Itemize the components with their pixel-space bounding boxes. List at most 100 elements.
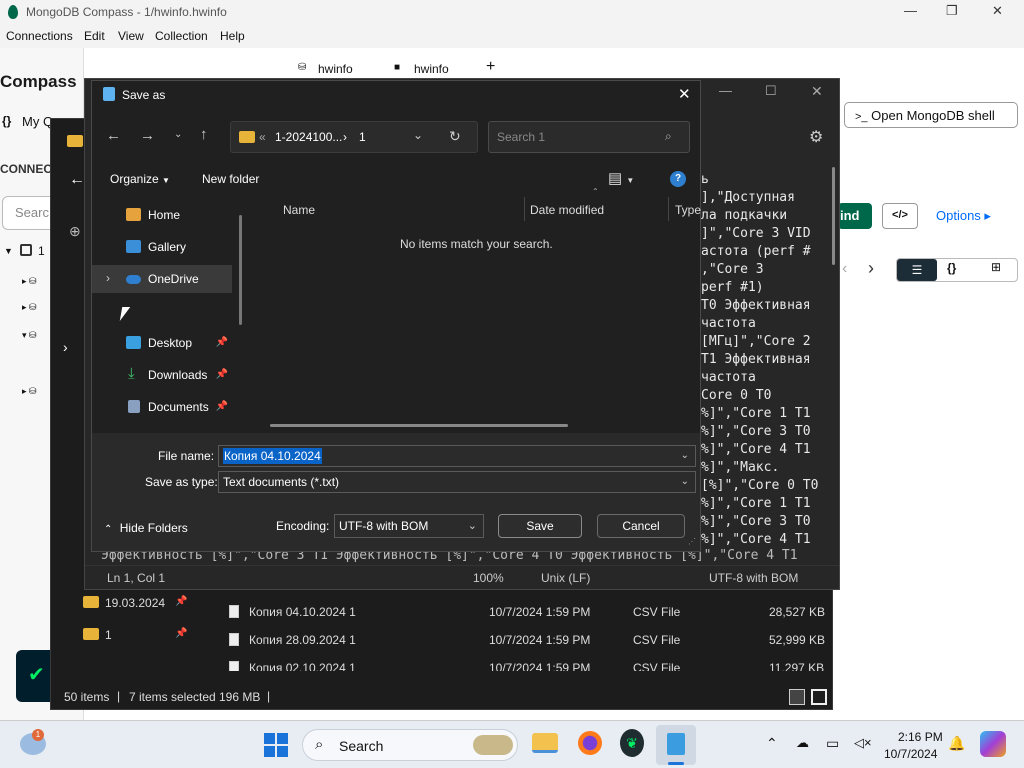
zoom-level[interactable]: 100% xyxy=(473,571,504,585)
column-type[interactable]: Type xyxy=(675,203,701,217)
menu-connections[interactable]: Connections xyxy=(6,29,73,43)
organize-menu[interactable]: Organize ▼ xyxy=(110,172,170,186)
view-options-icon[interactable]: ▤ ▼ xyxy=(608,169,634,187)
resize-grip-icon[interactable]: ⋰ xyxy=(688,537,696,546)
notepad-settings-icon[interactable]: ⚙ xyxy=(809,127,823,147)
volume-icon[interactable]: ◁× xyxy=(854,735,872,751)
taskbar-search-box[interactable]: ⌕ Search xyxy=(302,729,518,761)
notepad-maximize-icon[interactable]: ☐ xyxy=(765,83,777,99)
code-view-button[interactable]: </> xyxy=(882,203,918,229)
breadcrumb-item[interactable]: 1 xyxy=(359,130,366,144)
nav-item-gallery[interactable]: Gallery xyxy=(92,233,232,261)
notepad-minimize-icon[interactable]: — xyxy=(719,83,732,98)
nav-item-downloads[interactable]: ⤓ Downloads 📌 xyxy=(92,361,232,389)
line-endings[interactable]: Unix (LF) xyxy=(541,571,590,585)
clock-date[interactable]: 10/7/2024 xyxy=(884,747,937,761)
my-queries-label[interactable]: My Q xyxy=(22,114,53,129)
tab-hwinfo-1[interactable]: hwinfo xyxy=(318,62,353,76)
restore-icon[interactable]: ❐ xyxy=(946,3,958,19)
notepad-taskbar-icon[interactable] xyxy=(656,725,696,765)
tree-root-label[interactable]: 1 xyxy=(38,244,45,258)
recent-dropdown-icon[interactable]: ⌄ xyxy=(174,129,182,140)
nav-item-desktop[interactable]: Desktop 📌 xyxy=(92,329,232,357)
start-windows-icon[interactable] xyxy=(264,733,288,757)
table-view-icon[interactable]: ⊞ xyxy=(991,260,1001,274)
back-icon[interactable]: ← xyxy=(106,127,121,144)
nav-scrollbar[interactable] xyxy=(239,215,242,325)
address-dropdown-icon[interactable]: ⌄ xyxy=(413,128,423,142)
copilot-icon[interactable] xyxy=(980,731,1006,757)
horizontal-scrollbar[interactable] xyxy=(270,424,568,427)
details-view-icon[interactable] xyxy=(789,689,805,705)
expand-chevron-icon[interactable]: › xyxy=(63,339,68,355)
column-name[interactable]: Name xyxy=(283,203,315,217)
display-icon[interactable]: ▭ xyxy=(826,735,839,752)
file-row[interactable]: Копия 04.10.2024 1 10/7/2024 1:59 PM CSV… xyxy=(229,601,829,623)
nav-item-home[interactable]: Home xyxy=(92,201,232,229)
address-bar[interactable]: « 1-2024100... › 1 ⌄ ↻ xyxy=(230,121,478,153)
mongodb-compass-icon[interactable]: ❦ xyxy=(620,729,644,757)
firefox-icon[interactable] xyxy=(578,731,602,755)
dialog-close-icon[interactable]: ✕ xyxy=(678,85,691,103)
forward-icon[interactable]: → xyxy=(140,127,155,144)
folder-icon xyxy=(83,628,99,640)
open-shell-button[interactable]: >_ Open MongoDB shell xyxy=(844,102,1018,128)
downloads-icon: ⤓ xyxy=(128,365,135,382)
notepad-scrollbar[interactable] xyxy=(832,167,835,265)
notepad-text[interactable]: ь],"Доступная ла подкачки]","Core 3 VID ас… xyxy=(701,171,827,563)
menu-collection[interactable]: Collection xyxy=(155,29,208,43)
nav-item-documents[interactable]: Documents 📌 xyxy=(92,393,232,421)
explorer-statusbar: 50 items | 7 items selected 196 MB | xyxy=(51,685,832,709)
up-icon[interactable]: ↑ xyxy=(200,126,208,143)
menu-help[interactable]: Help xyxy=(220,29,245,43)
file-row[interactable]: Копия 28.09.2024 1 10/7/2024 1:59 PM CSV… xyxy=(229,629,829,651)
prev-page-icon[interactable]: ‹ xyxy=(842,260,847,278)
file-row[interactable]: Копия 02.10.2024 1 10/7/2024 1:59 PM CSV… xyxy=(229,657,829,671)
add-tab-icon[interactable]: + xyxy=(486,58,495,76)
notepad-close-icon[interactable]: ✕ xyxy=(811,83,823,100)
sidebar-item-1[interactable]: 1 📌 xyxy=(83,625,193,645)
chevron-up-icon: ⌃ xyxy=(104,524,113,535)
dropdown-arrow-icon[interactable]: ⌄ xyxy=(681,446,689,466)
notepad-text-line: ь xyxy=(701,172,709,187)
refresh-icon[interactable]: ↻ xyxy=(449,128,461,145)
help-icon[interactable]: ? xyxy=(670,171,686,187)
breadcrumb-item[interactable]: 1-2024100... xyxy=(275,130,342,144)
notification-bell-icon[interactable]: 🔔 xyxy=(948,735,965,752)
status-encoding[interactable]: UTF-8 with BOM xyxy=(709,571,798,585)
minimize-icon[interactable]: — xyxy=(904,3,917,18)
hide-folders-button[interactable]: ⌃ Hide Folders xyxy=(104,521,188,535)
file-date: 10/7/2024 1:59 PM xyxy=(489,605,591,619)
tray-chevron-up-icon[interactable]: ⌃ xyxy=(766,735,778,752)
list-view-icon[interactable]: ☰ xyxy=(897,259,937,281)
encoding-select[interactable]: UTF-8 with BOM ⌄ xyxy=(334,514,484,538)
file-explorer-icon[interactable] xyxy=(532,733,558,753)
json-view-icon[interactable]: {} xyxy=(947,261,956,275)
cancel-button[interactable]: Cancel xyxy=(597,514,685,538)
clock-time[interactable]: 2:16 PM xyxy=(898,730,943,744)
expand-chevron-icon[interactable]: › xyxy=(106,271,110,285)
sidebar-item-19-03-2024[interactable]: 19.03.2024 📌 xyxy=(83,593,193,613)
tiles-view-icon[interactable] xyxy=(811,689,827,705)
back-arrow-icon[interactable]: ← xyxy=(69,171,85,189)
menu-view[interactable]: View xyxy=(118,29,144,43)
menu-edit[interactable]: Edit xyxy=(84,29,105,43)
add-icon[interactable]: ⊕ xyxy=(69,223,81,240)
network-icon[interactable]: ☁ xyxy=(796,735,809,751)
column-date-modified[interactable]: Date modified xyxy=(530,203,604,217)
save-type-select[interactable]: Text documents (*.txt) ⌄ xyxy=(218,471,696,493)
pin-icon: 📌 xyxy=(215,337,228,348)
search-box[interactable]: Search 1 ⌕ xyxy=(488,121,690,153)
find-button[interactable]: ind xyxy=(838,203,872,229)
save-button[interactable]: Save xyxy=(498,514,582,538)
options-link[interactable]: Options ▸ xyxy=(936,208,991,224)
nav-item-onedrive[interactable]: › OneDrive xyxy=(92,265,232,293)
close-icon[interactable]: ✕ xyxy=(992,3,1003,19)
tree-caret-icon[interactable]: ▼ xyxy=(4,246,13,256)
next-page-icon[interactable]: › xyxy=(868,258,874,279)
notepad-text-line: [%]","Core 0 T0 xyxy=(701,478,819,493)
new-folder-button[interactable]: New folder xyxy=(202,172,259,186)
tab-hwinfo-2[interactable]: hwinfo xyxy=(414,62,449,76)
file-name-input[interactable]: Копия 04.10.2024 ⌄ xyxy=(218,445,696,467)
search-icon[interactable]: ⌕ xyxy=(665,129,672,144)
